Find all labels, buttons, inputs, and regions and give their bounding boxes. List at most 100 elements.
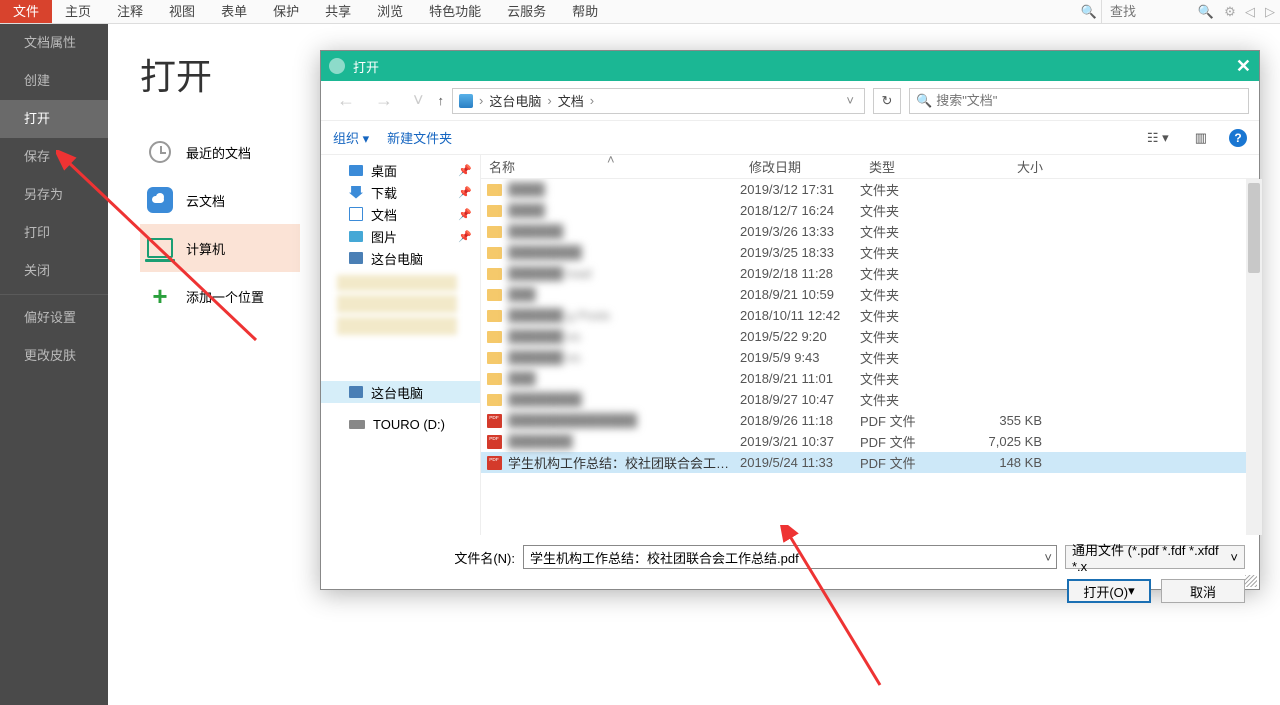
gear-icon[interactable]: ⚙ — [1220, 0, 1240, 23]
list-header[interactable]: 名称 修改日期 类型 大小 — [481, 155, 1259, 179]
resize-handle[interactable] — [1245, 575, 1257, 587]
file-row[interactable]: ██████ g Posts2018/10/11 12:42文件夹 — [481, 305, 1259, 326]
dialog-search[interactable]: 🔍 — [909, 88, 1249, 114]
dialog-search-input[interactable] — [936, 93, 1242, 108]
menu-view[interactable]: 视图 — [156, 0, 208, 23]
file-row[interactable]: ████2018/12/7 16:24文件夹 — [481, 200, 1259, 221]
folder-icon — [487, 394, 502, 406]
file-row[interactable]: ██████ load2019/2/18 11:28文件夹 — [481, 263, 1259, 284]
menu-protect[interactable]: 保护 — [260, 0, 312, 23]
file-row[interactable]: 学生机构工作总结：校社团联合会工作总...2019/5/24 11:33PDF … — [481, 452, 1259, 473]
file-date: 2018/12/7 16:24 — [740, 203, 860, 218]
file-type: PDF 文件 — [860, 453, 980, 472]
computer-icon — [147, 238, 173, 258]
file-name: ██████ g Posts — [508, 308, 740, 323]
file-row[interactable]: ███2018/9/21 11:01文件夹 — [481, 368, 1259, 389]
chevron-down-icon[interactable]: ˅ — [1044, 550, 1052, 565]
menu-home[interactable]: 主页 — [52, 0, 104, 23]
sort-asc-icon[interactable]: ˄ — [607, 152, 615, 167]
nav-forward-icon[interactable]: → — [369, 90, 399, 111]
file-row[interactable]: ████████2019/3/25 18:33文件夹 — [481, 242, 1259, 263]
open-computer[interactable]: 计算机 — [140, 224, 300, 272]
file-row[interactable]: ██████ es2019/5/9 9:43文件夹 — [481, 347, 1259, 368]
file-type: 文件夹 — [860, 285, 980, 304]
file-type: PDF 文件 — [860, 411, 980, 430]
pdf-icon — [487, 435, 502, 449]
address-dropdown-icon[interactable]: ˅ — [842, 93, 858, 108]
filename-input[interactable]: 学生机构工作总结：校社团联合会工作总结.pdf˅ — [523, 545, 1057, 569]
file-type: 文件夹 — [860, 180, 980, 199]
view-preview-icon[interactable]: ▥ — [1191, 130, 1211, 146]
help-icon[interactable]: ? — [1229, 129, 1247, 147]
file-row[interactable]: ██████████████2018/9/26 11:18PDF 文件355 K… — [481, 410, 1259, 431]
col-date[interactable]: 修改日期 — [741, 157, 861, 176]
tree-touro[interactable]: TOURO (D:) — [321, 413, 480, 435]
cancel-button[interactable]: 取消 — [1161, 579, 1245, 603]
file-name: ████████ — [508, 392, 740, 407]
sidebar-saveas[interactable]: 另存为 — [0, 176, 108, 214]
dialog-titlebar[interactable]: 打开 ✕ — [321, 51, 1259, 81]
nav-recent-icon[interactable]: ˅ — [407, 90, 430, 111]
tree-download[interactable]: 下载📌 — [321, 181, 480, 203]
scrollbar[interactable] — [1246, 179, 1262, 535]
refresh-icon[interactable]: ↻ — [873, 88, 901, 114]
search-input[interactable] — [1106, 4, 1196, 19]
nav-back-icon[interactable]: ← — [331, 90, 361, 111]
file-size: 355 KB — [980, 413, 1050, 428]
open-cloud[interactable]: 云文档 — [140, 176, 300, 224]
file-date: 2019/3/21 10:37 — [740, 434, 860, 449]
menu-form[interactable]: 表单 — [208, 0, 260, 23]
nav-prev-icon[interactable]: ◁ — [1240, 0, 1260, 23]
file-row[interactable]: ██████ es2019/5/22 9:20文件夹 — [481, 326, 1259, 347]
menu-feature[interactable]: 特色功能 — [416, 0, 494, 23]
folder-tree[interactable]: 桌面📌 下载📌 文档📌 图片📌 这台电脑 这台电脑 TOURO (D:) — [321, 155, 481, 535]
scrollbar-thumb[interactable] — [1248, 183, 1260, 273]
file-row[interactable]: ████████2018/9/27 10:47文件夹 — [481, 389, 1259, 410]
sidebar-skin[interactable]: 更改皮肤 — [0, 337, 108, 375]
file-type: 文件夹 — [860, 264, 980, 283]
sidebar-create[interactable]: 创建 — [0, 62, 108, 100]
find-doc-icon[interactable]: 🔍 — [1077, 0, 1101, 23]
filetype-select[interactable]: 通用文件 (*.pdf *.fdf *.xfdf *.x˅ — [1065, 545, 1245, 569]
sidebar-save[interactable]: 保存 — [0, 138, 108, 176]
tree-thispc2[interactable]: 这台电脑 — [321, 381, 480, 403]
menu-browse[interactable]: 浏览 — [364, 0, 416, 23]
search-icon[interactable]: 🔍 — [1196, 4, 1216, 20]
organize-button[interactable]: 组织 ▾ — [333, 128, 369, 147]
address-bar[interactable]: › 这台电脑› 文档› ˅ — [452, 88, 865, 114]
sidebar-props[interactable]: 文档属性 — [0, 24, 108, 62]
chevron-down-icon[interactable]: ˅ — [1230, 550, 1238, 565]
menu-cloud[interactable]: 云服务 — [494, 0, 559, 23]
view-list-icon[interactable]: ☷ ▾ — [1143, 130, 1173, 146]
crumb-thispc[interactable]: 这台电脑 — [489, 91, 541, 110]
crumb-docs[interactable]: 文档 — [558, 91, 584, 110]
nav-up-icon[interactable]: ↑ — [438, 93, 445, 108]
open-button[interactable]: 打开(O) ▾ — [1067, 579, 1151, 603]
sidebar-close[interactable]: 关闭 — [0, 252, 108, 290]
file-row[interactable]: ████2019/3/12 17:31文件夹 — [481, 179, 1259, 200]
nav-next-icon[interactable]: ▷ — [1260, 0, 1280, 23]
file-row[interactable]: ███2018/9/21 10:59文件夹 — [481, 284, 1259, 305]
file-name: ████ — [508, 182, 740, 197]
open-dialog: 打开 ✕ ← → ˅ ↑ › 这台电脑› 文档› ˅ ↻ 🔍 组织 ▾ 新建文件… — [320, 50, 1260, 590]
close-icon[interactable]: ✕ — [1236, 56, 1251, 77]
menu-file[interactable]: 文件 — [0, 0, 52, 23]
tree-docs[interactable]: 文档📌 — [321, 203, 480, 225]
tree-thispc[interactable]: 这台电脑 — [321, 247, 480, 269]
open-recent-label: 最近的文档 — [186, 143, 251, 162]
sidebar-prefs[interactable]: 偏好设置 — [0, 299, 108, 337]
tree-desktop[interactable]: 桌面📌 — [321, 159, 480, 181]
newfolder-button[interactable]: 新建文件夹 — [387, 128, 452, 147]
col-size[interactable]: 大小 — [981, 157, 1051, 176]
sidebar-open[interactable]: 打开 — [0, 100, 108, 138]
open-recent[interactable]: 最近的文档 — [140, 128, 300, 176]
file-row[interactable]: ███████2019/3/21 10:37PDF 文件7,025 KB — [481, 431, 1259, 452]
sidebar-print[interactable]: 打印 — [0, 214, 108, 252]
menu-help[interactable]: 帮助 — [559, 0, 611, 23]
menu-share[interactable]: 共享 — [312, 0, 364, 23]
tree-pics[interactable]: 图片📌 — [321, 225, 480, 247]
open-add[interactable]: +添加一个位置 — [140, 272, 300, 320]
file-row[interactable]: ██████2019/3/26 13:33文件夹 — [481, 221, 1259, 242]
menu-annot[interactable]: 注释 — [104, 0, 156, 23]
col-type[interactable]: 类型 — [861, 157, 981, 176]
